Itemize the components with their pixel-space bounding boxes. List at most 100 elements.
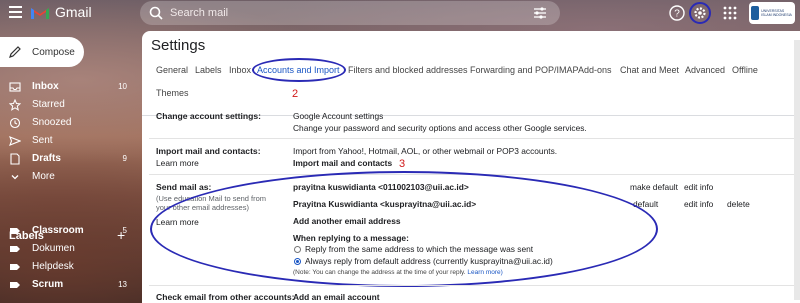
- section-divider: [149, 285, 800, 286]
- gear-icon: [694, 7, 706, 19]
- label-tag-icon: [10, 263, 20, 270]
- scrollbar[interactable]: [794, 40, 800, 300]
- organization-name: UNIVERSITAS ISLAM INDONESIA: [761, 9, 792, 17]
- default-status: default: [633, 199, 659, 209]
- reply-default-address-radio[interactable]: [294, 258, 301, 265]
- add-another-email-link[interactable]: Add another email address: [293, 216, 401, 226]
- change-account-description: Change your password and security option…: [293, 123, 587, 133]
- add-email-account-link[interactable]: Add an email account: [293, 292, 380, 302]
- draft-icon: [10, 152, 20, 165]
- tab-advanced[interactable]: Advanced: [685, 65, 725, 75]
- sidebar-item-more[interactable]: More: [0, 168, 140, 185]
- tab-filters[interactable]: Filters and blocked addresses: [348, 65, 468, 75]
- inbox-icon: [9, 81, 21, 92]
- search-bar[interactable]: [140, 1, 560, 25]
- pencil-icon: [9, 46, 21, 58]
- clock-icon: [9, 117, 21, 128]
- section-divider: [149, 138, 800, 139]
- label-dokumen[interactable]: Dokumen: [0, 240, 140, 257]
- send-mail-as-label: Send mail as:: [156, 182, 212, 192]
- tab-accounts-and-import[interactable]: Accounts and Import: [257, 65, 340, 75]
- label-tag-icon: [10, 281, 20, 288]
- unread-count: 10: [118, 82, 127, 91]
- sidebar: Compose Inbox 10 Starred Snoozed Sent Dr…: [0, 27, 140, 303]
- label-scrum[interactable]: Scrum 13: [0, 276, 140, 293]
- compose-label: Compose: [32, 46, 75, 58]
- delete-address-link[interactable]: delete: [727, 199, 750, 209]
- compose-button[interactable]: Compose: [0, 37, 84, 67]
- help-icon[interactable]: ?: [668, 4, 686, 22]
- sidebar-item-label: More: [32, 171, 55, 182]
- tab-forwarding[interactable]: Forwarding and POP/IMAP: [470, 65, 579, 75]
- page-title: Settings: [151, 37, 206, 54]
- gmail-logo[interactable]: Gmail: [30, 4, 92, 20]
- sidebar-item-label: Drafts: [32, 153, 61, 164]
- search-options-icon[interactable]: [532, 5, 548, 21]
- sidebar-item-sent[interactable]: Sent: [0, 132, 140, 149]
- label-helpdesk[interactable]: Helpdesk: [0, 258, 140, 275]
- tab-chat-and-meet[interactable]: Chat and Meet: [620, 65, 679, 75]
- sidebar-item-label: Snoozed: [32, 117, 72, 128]
- reply-heading: When replying to a message:: [293, 233, 409, 243]
- label-name: Dokumen: [32, 243, 75, 254]
- reply-note: (Note: You can change the address at the…: [293, 269, 503, 276]
- sidebar-item-label: Starred: [32, 99, 65, 110]
- tab-labels[interactable]: Labels: [195, 65, 222, 75]
- app-name: Gmail: [55, 4, 92, 20]
- gmail-m-icon: [31, 7, 49, 19]
- star-icon: [9, 98, 21, 111]
- apps-grid-icon[interactable]: [721, 4, 739, 22]
- label-name: Classroom: [32, 225, 84, 236]
- reply-note-learn-more-link[interactable]: Learn more): [467, 269, 502, 276]
- send-as-address: Prayitna Kuswidianta <kusprayitna@uii.ac…: [293, 199, 477, 209]
- import-description: Import from Yahoo!, Hotmail, AOL, or oth…: [293, 146, 558, 156]
- sidebar-item-inbox[interactable]: Inbox 10: [0, 78, 140, 95]
- sidebar-item-drafts[interactable]: Drafts 9: [0, 150, 140, 167]
- section-divider: [149, 174, 800, 175]
- unread-count: 9: [122, 154, 127, 163]
- settings-button[interactable]: [689, 2, 711, 24]
- chevron-down-icon: [11, 174, 19, 179]
- svg-text:?: ?: [674, 9, 680, 20]
- label-classroom[interactable]: Classroom 5: [0, 222, 140, 239]
- label-name: Scrum: [32, 279, 64, 290]
- unread-count: 13: [118, 280, 127, 289]
- send-as-learn-more-link[interactable]: Learn more: [156, 217, 199, 227]
- reply-same-address-radio[interactable]: [294, 246, 301, 253]
- make-default-link[interactable]: make default: [630, 182, 678, 192]
- import-mail-contacts-link[interactable]: Import mail and contacts: [293, 158, 392, 168]
- import-label: Import mail and contacts:: [156, 146, 261, 156]
- tab-inbox[interactable]: Inbox: [229, 65, 251, 75]
- label-tag-icon: [10, 227, 20, 234]
- reply-default-address-label: Always reply from default address (curre…: [305, 256, 553, 266]
- tab-themes[interactable]: Themes: [156, 88, 189, 98]
- import-learn-more-link[interactable]: Learn more: [156, 158, 199, 168]
- sidebar-item-snoozed[interactable]: Snoozed: [0, 114, 140, 131]
- search-icon[interactable]: [148, 5, 164, 21]
- reply-same-address-label: Reply from the same address to which the…: [305, 244, 534, 254]
- tab-offline[interactable]: Offline: [732, 65, 758, 75]
- label-name: Helpdesk: [32, 261, 74, 272]
- google-account-settings-link[interactable]: Google Account settings: [293, 111, 383, 121]
- annotation-two: 2: [292, 88, 299, 100]
- annotation-three: 3: [399, 158, 406, 170]
- send-icon: [9, 135, 21, 146]
- edit-info-link[interactable]: edit info: [684, 182, 713, 192]
- top-bar: Gmail ? UNIVERSI: [0, 0, 800, 27]
- label-tag-icon: [10, 245, 20, 252]
- tab-general[interactable]: General: [156, 65, 188, 75]
- tab-add-ons[interactable]: Add-ons: [578, 65, 612, 75]
- edit-info-link[interactable]: edit info: [684, 199, 713, 209]
- sidebar-item-starred[interactable]: Starred: [0, 96, 140, 113]
- organization-account-badge[interactable]: UNIVERSITAS ISLAM INDONESIA: [749, 2, 795, 24]
- change-account-label: Change account settings:: [156, 111, 262, 121]
- search-input[interactable]: [170, 7, 470, 19]
- main-menu-icon[interactable]: [9, 6, 22, 18]
- check-mail-label: Check email from other accounts:: [156, 292, 295, 302]
- sidebar-item-label: Inbox: [32, 81, 59, 92]
- university-seal-icon: [751, 6, 760, 20]
- send-mail-as-description: (Use education Mail to send from your ot…: [156, 194, 267, 212]
- send-as-address: prayitna kuswidianta <011002103@uii.ac.i…: [293, 182, 469, 192]
- settings-panel: Settings General Labels Inbox Accounts a…: [142, 31, 800, 303]
- unread-count: 5: [122, 226, 127, 235]
